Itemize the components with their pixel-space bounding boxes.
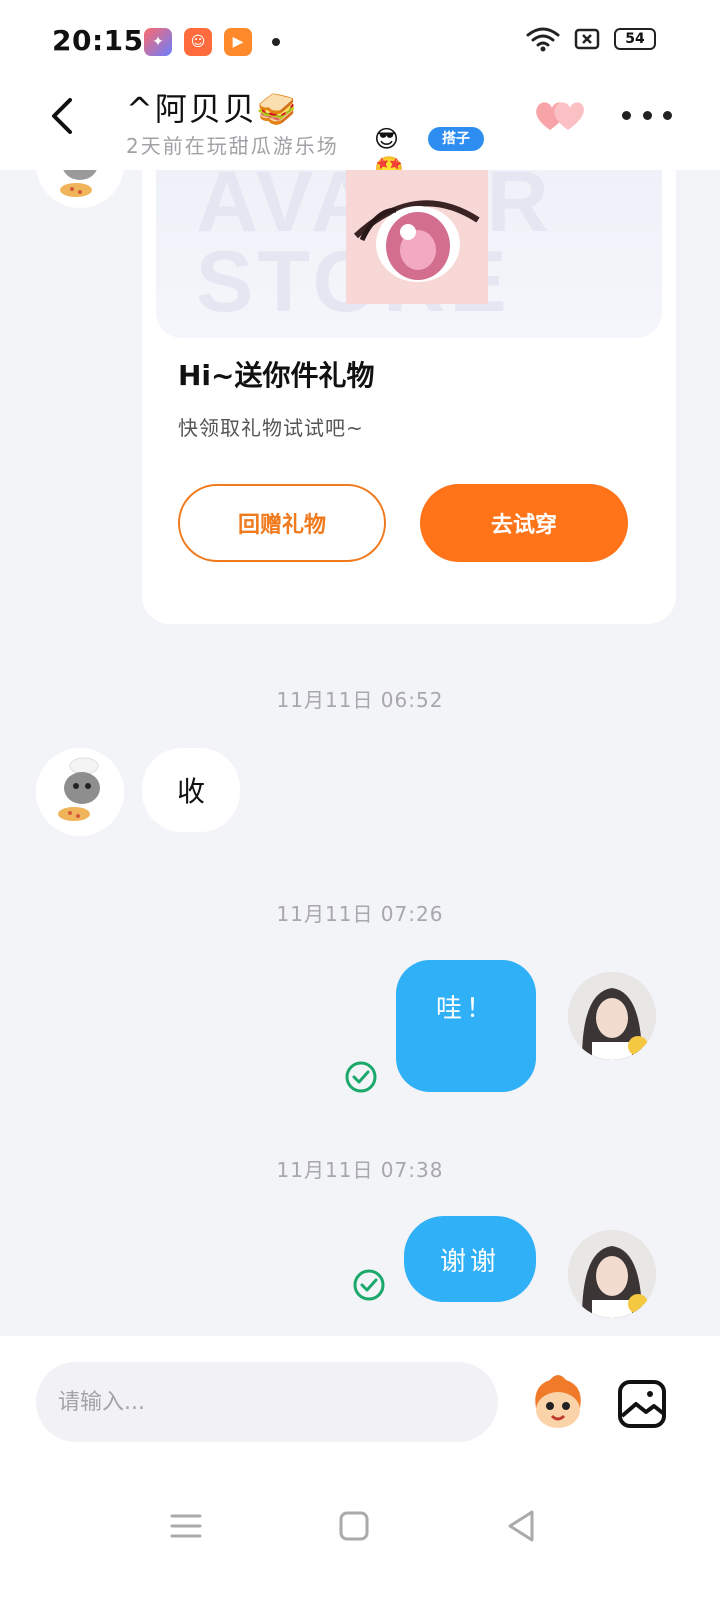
hearts-icon[interactable] [532, 96, 588, 136]
status-time: 20:15 [52, 24, 144, 57]
gift-description: 快领取礼物试试吧~ [178, 416, 364, 440]
chat-message-list[interactable]: AVATAR STORE Hi~送你件礼物 快领取礼物试试吧~ 回赠礼物 去试穿… [0, 170, 720, 1360]
try-on-button[interactable]: 去试穿 [420, 484, 628, 562]
chat-header: ^阿贝贝🥪 2天前在玩甜瓜游乐场 😎🤩 搭子 [0, 80, 720, 183]
more-icon[interactable] [622, 100, 672, 130]
notification-dot-icon [272, 38, 280, 46]
outgoing-message-bubble[interactable]: 哇！ [396, 960, 536, 1092]
user-avatar[interactable] [568, 972, 656, 1060]
gift-card[interactable]: AVATAR STORE Hi~送你件礼物 快领取礼物试试吧~ 回赠礼物 去试穿 [142, 170, 676, 624]
message-timestamp: 11月11日 06:52 [276, 688, 444, 712]
back-arrow-icon[interactable] [40, 94, 84, 138]
gift-title: Hi~送你件礼物 [178, 359, 375, 392]
wifi-icon [526, 27, 560, 52]
message-timestamp: 11月11日 07:38 [276, 1158, 444, 1182]
read-check-icon [345, 1061, 377, 1093]
more-dot [622, 110, 631, 120]
buddy-badge[interactable]: 😎🤩 搭子 [374, 124, 484, 183]
user-photo-avatar-icon [568, 1230, 656, 1318]
outgoing-message-bubble[interactable]: 谢谢 [404, 1216, 536, 1302]
system-navigation-bar [0, 1476, 720, 1600]
contact-status: 2天前在玩甜瓜游乐场 [126, 134, 339, 158]
message-input[interactable] [36, 1362, 498, 1442]
status-bar: 20:15 ✦ ☺ ▶ 54 [0, 0, 720, 80]
cat-chef-avatar-icon [36, 170, 124, 208]
app-icon-3: ▶ [224, 28, 252, 56]
cat-chef-avatar-icon [36, 748, 124, 836]
read-check-icon [353, 1269, 385, 1301]
cool-face-icon: 😎🤩 [374, 125, 404, 183]
back-nav-icon[interactable] [500, 1504, 544, 1548]
buddy-tag: 搭子 [428, 127, 484, 151]
app-icon-2: ☺ [184, 28, 212, 56]
sim-icon [574, 28, 600, 50]
more-dot [642, 110, 652, 120]
user-avatar[interactable] [568, 1230, 656, 1318]
message-timestamp: 11月11日 07:26 [276, 902, 444, 926]
more-dot [663, 110, 672, 120]
message-input-bar [0, 1336, 720, 1476]
home-nav-icon[interactable] [332, 1504, 376, 1548]
contact-avatar[interactable] [36, 748, 124, 836]
chat-screen: 20:15 ✦ ☺ ▶ 54 ^阿贝贝🥪 2天前在玩甜瓜游乐场 😎🤩 搭子 Hi… [0, 0, 720, 1600]
return-gift-button[interactable]: 回赠礼物 [178, 484, 386, 562]
status-indicators: 54 [526, 26, 656, 52]
mascot-emoji-icon[interactable] [526, 1368, 590, 1432]
image-picker-icon[interactable] [616, 1378, 668, 1430]
contact-name[interactable]: ^阿贝贝🥪 [126, 84, 299, 130]
notification-icons: ✦ ☺ ▶ [144, 28, 280, 56]
incoming-message-bubble[interactable]: 收 [142, 748, 240, 832]
anime-eye-image [346, 170, 488, 304]
battery-indicator: 54 [614, 28, 656, 50]
app-icon-1: ✦ [144, 28, 172, 56]
user-photo-avatar-icon [568, 972, 656, 1060]
contact-avatar[interactable] [36, 170, 124, 208]
gift-banner: AVATAR STORE [156, 170, 662, 338]
menu-nav-icon[interactable] [164, 1504, 208, 1548]
